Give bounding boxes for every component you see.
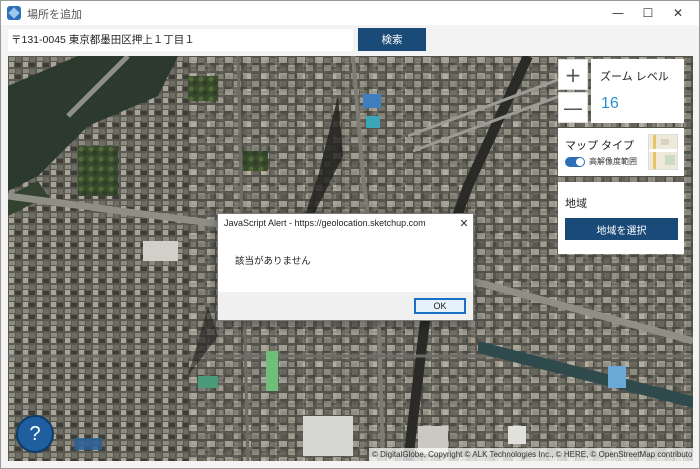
title-bar: 場所を追加 — ☐ ✕ bbox=[1, 1, 699, 25]
app-window: 場所を追加 — ☐ ✕ 〒131-0045 東京都墨田区押上１丁目１ 検索 + … bbox=[0, 0, 700, 469]
hi-res-toggle[interactable] bbox=[565, 157, 585, 167]
hi-res-toggle-label: 高解像度範囲 bbox=[589, 157, 637, 166]
map-type-label: マップ タイプ bbox=[565, 140, 635, 152]
zoom-in-button[interactable]: + bbox=[558, 59, 588, 90]
maximize-icon[interactable]: ☐ bbox=[633, 1, 663, 25]
map-type-panel: マップ タイプ 高解像度範囲 bbox=[558, 128, 684, 176]
help-icon[interactable]: ? bbox=[16, 415, 54, 453]
dialog-body: 該当がありません bbox=[218, 234, 473, 296]
close-icon[interactable]: ✕ bbox=[663, 1, 693, 25]
zoom-level-value: 16 bbox=[601, 95, 619, 112]
dialog-message: 該当がありません bbox=[235, 256, 311, 267]
search-button[interactable]: 検索 bbox=[358, 28, 426, 51]
select-region-button[interactable]: 地域を選択 bbox=[565, 218, 678, 240]
ok-button[interactable]: OK bbox=[414, 298, 466, 314]
region-panel: 地域 地域を選択 bbox=[558, 182, 684, 254]
address-search-input[interactable]: 〒131-0045 東京都墨田区押上１丁目１ bbox=[8, 29, 353, 51]
dialog-title: JavaScript Alert - https://geolocation.s… bbox=[224, 218, 426, 228]
map-attribution: © DigitalGlobe, Copyright © ALK Technolo… bbox=[369, 448, 693, 461]
javascript-alert-dialog: JavaScript Alert - https://geolocation.s… bbox=[217, 213, 474, 321]
map-thumbnail-icon[interactable] bbox=[648, 134, 678, 170]
zoom-level-label: ズーム レベル bbox=[600, 71, 669, 83]
dialog-footer: OK bbox=[218, 292, 473, 320]
zoom-level-panel: ズーム レベル 16 bbox=[591, 59, 684, 123]
zoom-out-button[interactable]: — bbox=[558, 92, 588, 123]
region-label: 地域 bbox=[565, 198, 587, 210]
map-provider-logo bbox=[74, 438, 102, 450]
minimize-icon[interactable]: — bbox=[603, 1, 633, 25]
window-title: 場所を追加 bbox=[27, 9, 82, 21]
app-icon bbox=[7, 6, 21, 20]
close-icon[interactable]: ✕ bbox=[456, 215, 472, 231]
